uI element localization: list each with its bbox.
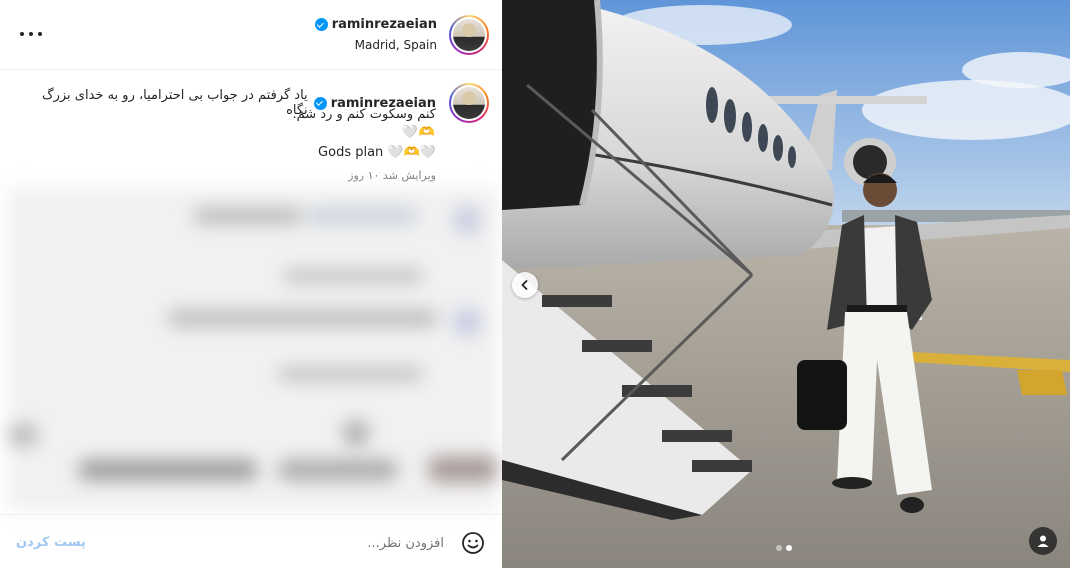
carousel-prev-button[interactable] [512,272,538,298]
header-avatar[interactable] [449,15,489,55]
post-header: raminrezaeian Madrid, Spain [0,0,502,70]
caption-avatar[interactable] [449,83,489,123]
post-location[interactable]: Madrid, Spain [355,38,437,52]
edited-timestamp[interactable]: ویرایش شد ۱۰ روز [348,169,436,182]
jet-photo-image [502,0,1070,568]
caption-text-line4: Gods plan 🤍🫶🤍 [318,145,436,160]
user-tag-button[interactable] [1029,527,1057,555]
user-tag-icon [1037,535,1049,547]
post-photo[interactable] [502,0,1070,568]
caption-text-line2: کنم وسکوت کنم و رد شم. [292,107,436,122]
comment-composer: پست کردن [0,514,502,568]
blurred-comments-area [8,188,498,510]
carousel-dot-2 [786,545,792,551]
chevron-left-icon [521,280,528,290]
verified-badge-icon [314,18,328,31]
more-options-icon[interactable] [20,26,42,42]
post-comment-button[interactable]: پست کردن [16,535,86,550]
post-info-panel: raminrezaeian Madrid, Spain raminrezaeia… [0,0,502,568]
header-user[interactable]: raminrezaeian [314,17,437,32]
caption-emoji-line: 🤍🫶 [401,125,436,140]
carousel-indicator [776,545,792,551]
header-username[interactable]: raminrezaeian [332,17,437,32]
emoji-smiley-icon[interactable] [461,531,485,555]
comment-input[interactable] [170,531,444,555]
carousel-dot-1 [776,545,782,551]
